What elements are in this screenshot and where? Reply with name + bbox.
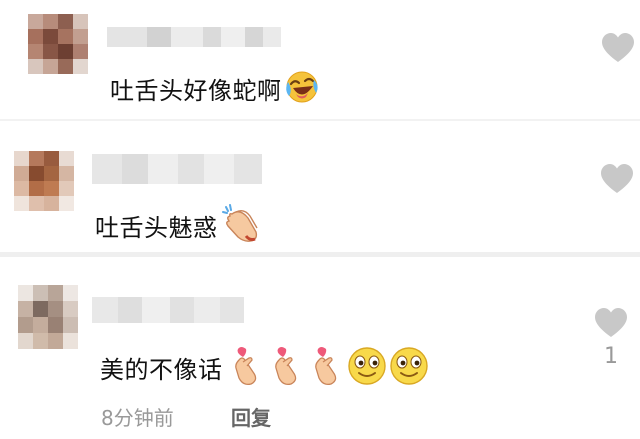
avatar[interactable] xyxy=(14,151,74,211)
smiley-emoji xyxy=(389,346,429,393)
like-heart-icon[interactable] xyxy=(594,307,628,339)
finger-heart-emoji xyxy=(269,346,303,393)
comment-item: 吐舌头魅惑 xyxy=(0,121,640,251)
comment-text: 吐舌头好像蛇啊 xyxy=(110,70,320,111)
clapping-hands-emoji xyxy=(220,204,262,251)
comment-text: 吐舌头魅惑 xyxy=(95,204,262,251)
comment-text-content: 美的不像话 xyxy=(100,355,223,384)
smiley-emoji xyxy=(347,346,387,393)
avatar[interactable] xyxy=(28,14,88,74)
laugh-cry-emoji xyxy=(284,70,320,111)
like-heart-icon[interactable] xyxy=(601,32,635,64)
like-count: 1 xyxy=(604,344,618,369)
username-blurred[interactable] xyxy=(92,297,244,323)
like-heart-icon[interactable] xyxy=(600,163,634,195)
finger-heart-emoji xyxy=(309,346,343,393)
comment-timestamp: 8分钟前 xyxy=(101,406,174,430)
username-blurred[interactable] xyxy=(92,154,262,184)
finger-heart-emoji xyxy=(229,346,263,393)
comment-text-content: 吐舌头好像蛇啊 xyxy=(110,76,282,105)
comment-text: 美的不像话 xyxy=(100,346,429,393)
comment-text-content: 吐舌头魅惑 xyxy=(95,213,218,242)
comment-item: 美的不像话 1 8分钟前 回复 xyxy=(0,257,640,439)
reply-button[interactable]: 回复 xyxy=(231,402,271,431)
avatar[interactable] xyxy=(18,285,78,349)
comment-item: 吐舌头好像蛇啊 xyxy=(0,0,640,115)
username-blurred[interactable] xyxy=(107,27,281,47)
